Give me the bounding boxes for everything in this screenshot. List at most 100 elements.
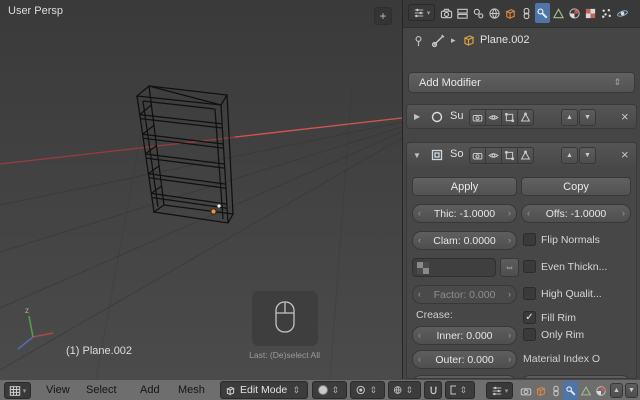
- editor-type-button-properties[interactable]: ▾: [486, 382, 513, 399]
- modifier-name[interactable]: Su: [450, 110, 463, 122]
- tab-object-data[interactable]: [551, 3, 566, 23]
- modifier-name[interactable]: So: [450, 148, 463, 160]
- pivot-icon: [356, 385, 365, 395]
- menu-select[interactable]: Select: [86, 384, 117, 396]
- active-object-label: (1) Plane.002: [66, 345, 133, 357]
- mouse-icon: [275, 301, 295, 333]
- cage-toggle[interactable]: [517, 109, 534, 126]
- high-quality-label: High Qualit...: [541, 288, 602, 300]
- move-modifier-up-button[interactable]: ▲: [561, 147, 578, 164]
- render-visibility-toggle[interactable]: [469, 109, 486, 126]
- decrement-arrow-icon[interactable]: ‹: [418, 355, 421, 364]
- add-modifier-button[interactable]: Add Modifier ⇕: [408, 72, 635, 93]
- editmode-visibility-toggle[interactable]: [501, 147, 518, 164]
- decrement-arrow-icon[interactable]: ‹: [418, 331, 421, 340]
- 3d-viewport[interactable]: z User Persp + (1) Plane.002 Last: (De)s…: [0, 0, 402, 379]
- decrement-arrow-icon[interactable]: ‹: [418, 209, 421, 218]
- clamp-field[interactable]: ‹ Clam: 0.0000 ›: [412, 231, 517, 250]
- tab-particles[interactable]: [599, 3, 614, 23]
- bottom-tab-material[interactable]: [593, 381, 608, 400]
- solidify-modifier-icon: [431, 149, 443, 161]
- pin-icon[interactable]: [412, 34, 425, 48]
- properties-editor-icon: [492, 386, 502, 395]
- menu-view[interactable]: View: [46, 384, 70, 396]
- decrement-arrow-icon[interactable]: ‹: [527, 209, 530, 218]
- crease-inner-field[interactable]: ‹ Inner: 0.000 ›: [412, 326, 517, 345]
- bottom-tab-object-data[interactable]: [578, 381, 593, 400]
- material-sphere-icon: [595, 386, 606, 396]
- header-scroll-right-button[interactable]: ▼: [625, 383, 638, 398]
- menu-mesh[interactable]: Mesh: [178, 384, 205, 396]
- fill-rim-checkbox[interactable]: ✓: [523, 311, 536, 324]
- header-scroll-left-button[interactable]: ▲: [610, 383, 623, 398]
- editmode-visibility-toggle[interactable]: [501, 109, 518, 126]
- bottom-tab-constraints[interactable]: [548, 381, 563, 400]
- mesh-wireframe[interactable]: [135, 85, 234, 224]
- render-visibility-toggle[interactable]: [469, 147, 486, 164]
- thickness-field[interactable]: ‹ Thic: -1.0000 ›: [412, 204, 517, 223]
- selected-vertex[interactable]: [217, 204, 221, 208]
- particles-icon: [602, 8, 611, 18]
- cage-toggle[interactable]: [517, 147, 534, 164]
- expand-triangle-icon[interactable]: ▶: [414, 112, 420, 121]
- increment-arrow-icon[interactable]: ›: [508, 331, 511, 340]
- bottom-context-tabs: [518, 381, 608, 400]
- proportional-editing-dropdown[interactable]: ⇕: [388, 381, 421, 399]
- mesh-data-icon: [552, 7, 565, 18]
- snap-toggle[interactable]: [424, 381, 442, 399]
- move-modifier-up-button[interactable]: ▲: [561, 109, 578, 126]
- scene-icon: [473, 8, 484, 18]
- tab-render[interactable]: [439, 3, 454, 23]
- only-rim-checkbox[interactable]: [523, 328, 536, 341]
- offset-value: Offs: -1.0000: [545, 207, 607, 220]
- axis-z-label: z: [25, 306, 29, 315]
- bottom-tab-object[interactable]: [533, 381, 548, 400]
- crease-outer-field[interactable]: ‹ Outer: 0.000 ›: [412, 350, 517, 369]
- tab-scene[interactable]: [471, 3, 486, 23]
- viewport-canvas[interactable]: z: [0, 0, 402, 379]
- viewport-visibility-toggle[interactable]: [485, 147, 502, 164]
- magnet-icon: [429, 386, 437, 394]
- breadcrumb-object-name[interactable]: Plane.002: [480, 34, 530, 46]
- offset-field[interactable]: ‹ Offs: -1.0000 ›: [521, 204, 631, 223]
- viewport-shading-dropdown[interactable]: ⇕: [312, 381, 347, 399]
- tab-texture[interactable]: [583, 3, 598, 23]
- tab-world[interactable]: [487, 3, 502, 23]
- move-modifier-down-button[interactable]: ▼: [579, 147, 596, 164]
- delete-modifier-button[interactable]: ×: [621, 146, 629, 163]
- copy-button[interactable]: Copy: [521, 177, 631, 196]
- expand-triangle-icon[interactable]: ▼: [413, 151, 421, 160]
- menu-add[interactable]: Add: [140, 384, 160, 396]
- last-action-label: Last: (De)select All: [249, 350, 320, 360]
- increment-arrow-icon[interactable]: ›: [622, 209, 625, 218]
- layers-icon: [457, 8, 468, 19]
- decrement-arrow-icon[interactable]: ‹: [418, 236, 421, 245]
- delete-modifier-button[interactable]: ×: [621, 108, 629, 125]
- high-quality-checkbox[interactable]: [523, 287, 536, 300]
- mode-dropdown[interactable]: Edit Mode ⇕: [220, 381, 308, 399]
- vertex-group-field[interactable]: [412, 258, 496, 277]
- even-thickness-checkbox[interactable]: [523, 260, 536, 273]
- tab-modifiers[interactable]: [535, 3, 550, 23]
- move-modifier-down-button[interactable]: ▼: [579, 109, 596, 126]
- tab-constraints[interactable]: [519, 3, 534, 23]
- increment-arrow-icon[interactable]: ›: [508, 355, 511, 364]
- tab-object[interactable]: [503, 3, 518, 23]
- bottom-tab-modifiers[interactable]: [563, 381, 578, 400]
- apply-button[interactable]: Apply: [412, 177, 517, 196]
- editor-type-button-3dview[interactable]: ▾: [4, 382, 31, 399]
- tab-material[interactable]: [567, 3, 582, 23]
- tab-render-layers[interactable]: [455, 3, 470, 23]
- invert-vertex-group-button[interactable]: ⇔: [500, 258, 519, 277]
- region-plus-handle[interactable]: +: [374, 7, 392, 25]
- fill-rim-label: Fill Rim: [541, 312, 576, 324]
- tab-physics[interactable]: [615, 3, 630, 23]
- flip-normals-checkbox[interactable]: [523, 233, 536, 246]
- pivot-point-dropdown[interactable]: ⇕: [350, 381, 385, 399]
- editor-type-button[interactable]: ▾: [408, 4, 435, 21]
- bottom-tab-render[interactable]: [518, 381, 533, 400]
- snap-element-dropdown[interactable]: ⇕: [445, 381, 475, 399]
- increment-arrow-icon[interactable]: ›: [508, 209, 511, 218]
- viewport-visibility-toggle[interactable]: [485, 109, 502, 126]
- increment-arrow-icon[interactable]: ›: [508, 236, 511, 245]
